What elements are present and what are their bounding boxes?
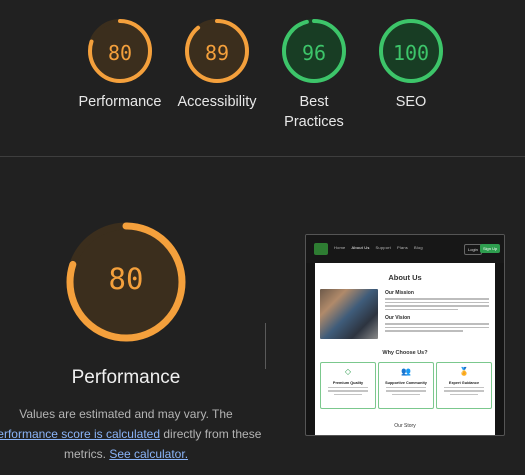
- card-title: Supportive Community: [385, 381, 427, 385]
- score-calculated-link[interactable]: performance score is calculated: [0, 427, 160, 441]
- people-icon: 👥: [401, 367, 411, 376]
- site-navbar: Home About Us Support Plans Blog Login Sign …: [306, 235, 504, 263]
- site-logo: [314, 243, 328, 255]
- card-title: Expert Guidance: [448, 381, 480, 385]
- note-text: Values are estimated and may vary. The: [19, 407, 233, 421]
- feature-card: ◇ Premium Quality: [320, 362, 376, 409]
- see-calculator-link[interactable]: See calculator.: [109, 447, 188, 461]
- gauge-seo[interactable]: 100 SEO: [351, 18, 471, 112]
- team-photo: [320, 289, 378, 339]
- vision-heading: Our Vision: [385, 315, 411, 321]
- site-nav-links: Home About Us Support Plans Blog: [334, 245, 429, 250]
- story-heading: Our Story: [394, 423, 416, 429]
- site-page: About Us Our Mission Our Vision Why Choo…: [315, 263, 495, 435]
- scores-summary: 80 Performance 89 Accessibility 96 Best …: [0, 0, 525, 157]
- vertical-divider: [265, 323, 266, 369]
- nav-link: Plans: [396, 245, 408, 250]
- section-divider: [0, 156, 525, 157]
- nav-link: About Us: [351, 245, 370, 250]
- vision-text: [385, 323, 489, 334]
- diamond-icon: ◇: [344, 367, 352, 376]
- performance-title: Performance: [71, 367, 181, 388]
- nav-link: Home: [334, 245, 346, 250]
- site-signup-button: Sign Up: [480, 244, 501, 253]
- gauge-label: SEO: [395, 94, 427, 110]
- performance-score-large: 80: [108, 262, 144, 296]
- site-title: About Us: [388, 273, 422, 282]
- award-icon: 🏅: [459, 367, 469, 376]
- feature-card: 👥 Supportive Community: [378, 362, 434, 409]
- mission-text: [385, 298, 489, 312]
- card-title: Premium Quality: [332, 381, 364, 385]
- gauge-label: Best Practices: [284, 94, 344, 130]
- gauge-score: 100: [392, 41, 430, 65]
- feature-card: 🏅 Expert Guidance: [436, 362, 492, 409]
- why-heading: Why Choose Us?: [382, 350, 428, 356]
- final-screenshot[interactable]: Home About Us Support Plans Blog Login Sign …: [305, 234, 505, 436]
- nav-link: Blog: [413, 245, 423, 250]
- nav-link: Support: [375, 245, 391, 250]
- mission-heading: Our Mission: [385, 290, 414, 296]
- score-note: Values are estimated and may vary. The p…: [0, 404, 264, 464]
